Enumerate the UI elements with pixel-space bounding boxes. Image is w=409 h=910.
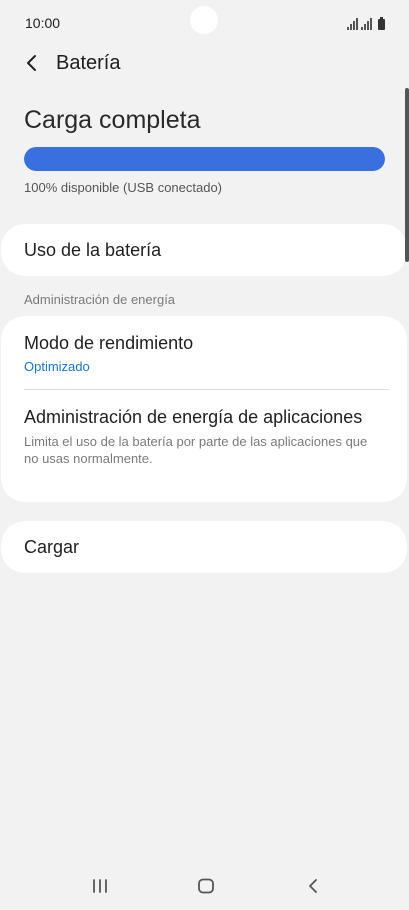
app-power-management-title: Administración de energía de aplicacione…	[24, 407, 363, 427]
camera-cutout	[190, 6, 218, 34]
power-management-card: Modo de rendimiento Optimizado Administr…	[1, 316, 407, 502]
divider	[24, 389, 389, 390]
back-button[interactable]	[18, 49, 46, 77]
battery-usage-label: Uso de la batería	[24, 239, 162, 260]
page-title: Batería	[56, 52, 121, 74]
recents-icon	[93, 879, 107, 893]
performance-mode-title: Modo de rendimiento	[24, 333, 194, 353]
app-header: Batería	[0, 46, 409, 84]
recents-button[interactable]	[84, 870, 116, 902]
home-button[interactable]	[190, 870, 222, 902]
scrollbar[interactable]	[405, 88, 409, 262]
app-power-management-item[interactable]: Administración de energía de aplicacione…	[24, 406, 384, 467]
battery-usage-item[interactable]: Uso de la batería	[1, 224, 407, 276]
battery-level-fill	[24, 147, 385, 171]
battery-status-subtitle: 100% disponible (USB conectado)	[24, 180, 223, 195]
charging-item[interactable]: Cargar	[1, 521, 407, 573]
performance-mode-value: Optimizado	[24, 359, 90, 374]
signal-icon	[347, 18, 358, 30]
home-icon	[198, 878, 214, 894]
app-power-management-description: Limita el uso de la batería por parte de…	[24, 434, 368, 466]
back-icon	[309, 879, 317, 893]
chevron-left-icon	[27, 55, 36, 71]
section-label-power-management: Administración de energía	[24, 292, 176, 307]
battery-level-bar	[24, 147, 385, 171]
navigation-bar	[0, 862, 409, 910]
signal-icon-2	[361, 18, 372, 30]
status-time: 10:00	[25, 15, 61, 31]
battery-icon	[378, 17, 385, 30]
nav-back-button[interactable]	[297, 870, 329, 902]
battery-status-title: Carga completa	[24, 106, 201, 134]
status-icons	[347, 16, 385, 30]
status-bar: 10:00	[0, 0, 409, 46]
performance-mode-item[interactable]: Modo de rendimiento Optimizado	[24, 332, 384, 374]
charging-label: Cargar	[24, 536, 80, 557]
